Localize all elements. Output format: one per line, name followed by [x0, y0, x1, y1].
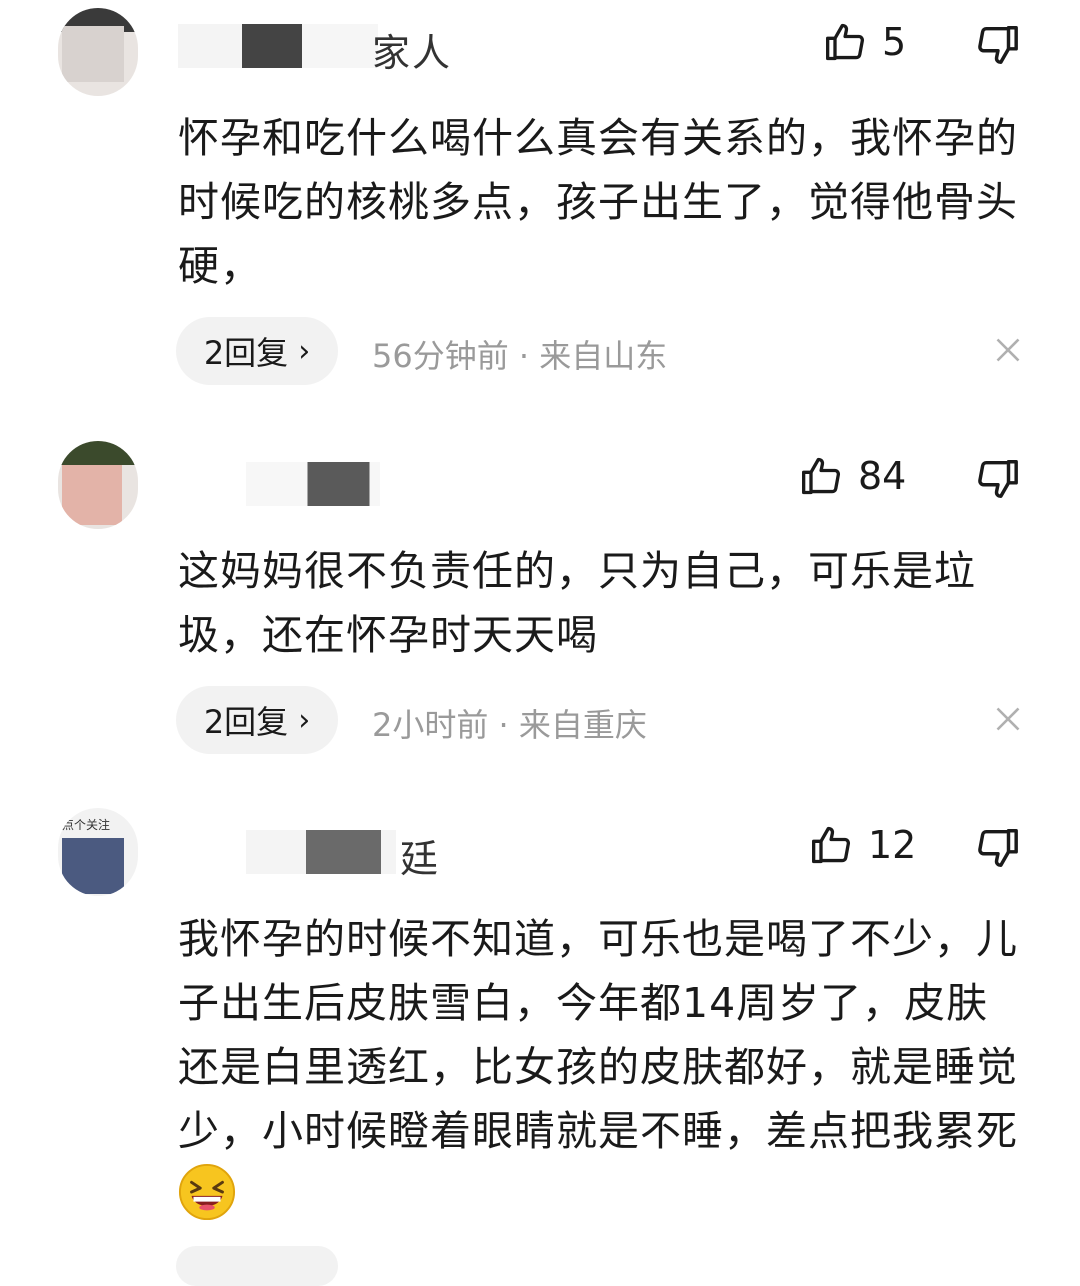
avatar-caption: 点个关注: [62, 818, 111, 832]
comment-text: 我怀孕的时候不知道，可乐也是喝了不少，儿子出生后皮肤雪白，今年都14周岁了，皮肤…: [178, 907, 1018, 1227]
reply-button-partial[interactable]: [176, 1246, 338, 1286]
avatar[interactable]: [58, 8, 138, 96]
chevron-right-icon: ›: [298, 702, 311, 738]
username-mask: [246, 830, 396, 874]
like-count: 12: [868, 823, 917, 867]
reply-count: 2回复: [203, 703, 289, 741]
username[interactable]: 廷: [400, 828, 440, 883]
comment-text: 怀孕和吃什么喝什么真会有关系的，我怀孕的时候吃的核桃多点，孩子出生了，觉得他骨头…: [178, 114, 1018, 290]
comment-meta: 56分钟前 · 来自山东: [372, 337, 668, 375]
thumbs-down-icon[interactable]: [974, 22, 1020, 68]
thumbs-up-icon: [802, 457, 841, 495]
like-button[interactable]: 5: [824, 20, 906, 64]
comment-text-body: 我怀孕的时候不知道，可乐也是喝了不少，儿子出生后皮肤雪白，今年都14周岁了，皮肤…: [178, 915, 1018, 1155]
close-icon[interactable]: [994, 336, 1022, 364]
thumbs-up-icon: [826, 23, 865, 61]
avatar[interactable]: [58, 441, 138, 529]
like-button[interactable]: 84: [800, 454, 906, 498]
like-count: 5: [882, 20, 907, 64]
username-mask: [246, 462, 380, 506]
laughing-tears-emoji: [178, 1163, 236, 1221]
reply-button[interactable]: 2回复 ›: [176, 686, 338, 754]
thumbs-up-icon: [812, 826, 851, 864]
reply-button[interactable]: 2回复 ›: [176, 317, 338, 385]
comment-meta: 2小时前 · 来自重庆: [372, 706, 647, 744]
username[interactable]: 家人: [372, 22, 452, 77]
like-button[interactable]: 12: [810, 823, 916, 867]
comment-text: 这妈妈很不负责任的，只为自己，可乐是垃圾，还在怀孕时天天喝: [178, 547, 976, 659]
chevron-right-icon: ›: [298, 333, 311, 369]
like-count: 84: [858, 454, 907, 498]
thumbs-down-icon[interactable]: [974, 456, 1020, 502]
username-mask: [178, 24, 378, 68]
avatar[interactable]: 点个关注: [58, 808, 138, 896]
thumbs-down-icon[interactable]: [974, 825, 1020, 871]
reply-count: 2回复: [203, 334, 289, 372]
close-icon[interactable]: [994, 705, 1022, 733]
